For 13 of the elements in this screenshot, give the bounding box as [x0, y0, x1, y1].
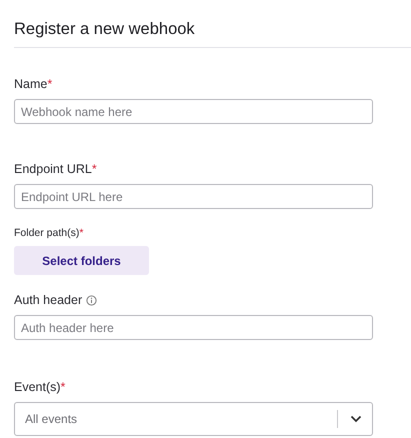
chevron-down-icon: [350, 415, 362, 423]
events-dropdown[interactable]: All events: [14, 402, 373, 436]
info-icon[interactable]: [86, 294, 98, 306]
field-label: Folder path(s)*: [14, 227, 84, 239]
text-field[interactable]: Auth header here: [14, 315, 373, 340]
page-title: Register a new webhook: [14, 19, 196, 40]
field-label: Endpoint URL*: [14, 162, 97, 176]
select-folders-button[interactable]: Select folders: [14, 246, 149, 275]
field-label: Auth header: [14, 293, 82, 307]
text-field[interactable]: Webhook name here: [14, 99, 373, 124]
text-field[interactable]: Endpoint URL here: [14, 184, 373, 209]
field-label: Event(s)*: [14, 380, 66, 394]
field-label: Name*: [14, 77, 52, 91]
